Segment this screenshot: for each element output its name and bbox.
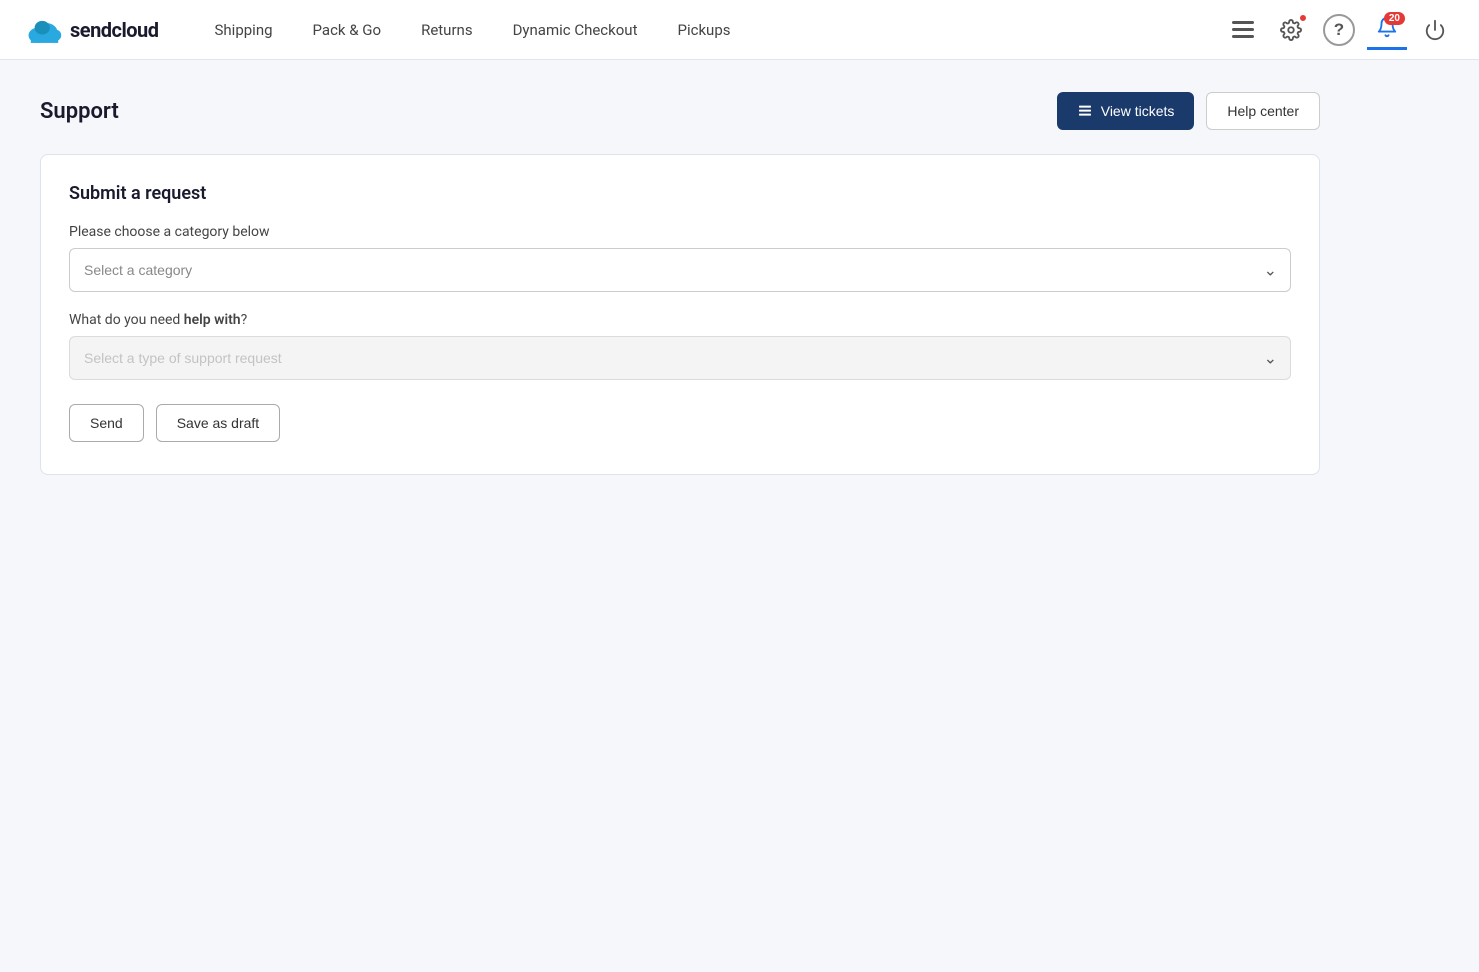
help-button[interactable]: ? bbox=[1323, 14, 1355, 46]
settings-button[interactable] bbox=[1271, 10, 1311, 50]
category-select[interactable]: Select a category bbox=[69, 248, 1291, 292]
list-tickets-icon bbox=[1077, 103, 1093, 119]
notifications-button[interactable]: 20 bbox=[1367, 10, 1407, 50]
help-type-label: What do you need help with? bbox=[69, 312, 1291, 328]
page-title: Support bbox=[40, 99, 119, 124]
navbar-actions: ? 20 bbox=[1223, 10, 1455, 50]
form-title: Submit a request bbox=[69, 183, 1291, 204]
help-type-select-wrapper: Select a type of support request ⌄ bbox=[69, 336, 1291, 380]
category-select-wrapper: Select a category ⌄ bbox=[69, 248, 1291, 292]
category-label: Please choose a category below bbox=[69, 224, 1291, 240]
support-form-card: Submit a request Please choose a categor… bbox=[40, 154, 1320, 475]
logo-link[interactable]: sendcloud bbox=[24, 15, 159, 45]
send-button[interactable]: Send bbox=[69, 404, 144, 442]
header-actions: View tickets Help center bbox=[1057, 92, 1320, 130]
help-type-select[interactable]: Select a type of support request bbox=[69, 336, 1291, 380]
help-type-group: What do you need help with? Select a typ… bbox=[69, 312, 1291, 380]
nav-returns[interactable]: Returns bbox=[405, 13, 488, 47]
page-header: Support View tickets Help center bbox=[40, 92, 1320, 130]
help-center-button[interactable]: Help center bbox=[1206, 92, 1320, 130]
notifications-badge: 20 bbox=[1384, 12, 1405, 25]
sendcloud-logo-icon bbox=[24, 15, 62, 45]
power-button[interactable] bbox=[1415, 10, 1455, 50]
nav-pickups[interactable]: Pickups bbox=[661, 13, 746, 47]
save-as-draft-button[interactable]: Save as draft bbox=[156, 404, 281, 442]
nav-pack-go[interactable]: Pack & Go bbox=[297, 13, 398, 47]
form-actions: Send Save as draft bbox=[69, 404, 1291, 442]
nav-shipping[interactable]: Shipping bbox=[199, 13, 289, 47]
view-tickets-button[interactable]: View tickets bbox=[1057, 92, 1195, 130]
main-nav: Shipping Pack & Go Returns Dynamic Check… bbox=[199, 13, 1223, 47]
settings-badge-dot bbox=[1299, 14, 1307, 22]
list-icon bbox=[1232, 21, 1254, 39]
category-group: Please choose a category below Select a … bbox=[69, 224, 1291, 292]
nav-dynamic-checkout[interactable]: Dynamic Checkout bbox=[497, 13, 654, 47]
navbar: sendcloud Shipping Pack & Go Returns Dyn… bbox=[0, 0, 1479, 60]
question-mark-icon: ? bbox=[1334, 20, 1344, 40]
power-icon bbox=[1424, 19, 1446, 41]
logo-text: sendcloud bbox=[70, 18, 159, 42]
page-content: Support View tickets Help center Submit … bbox=[0, 60, 1360, 507]
list-view-button[interactable] bbox=[1223, 10, 1263, 50]
gear-icon bbox=[1280, 19, 1302, 41]
